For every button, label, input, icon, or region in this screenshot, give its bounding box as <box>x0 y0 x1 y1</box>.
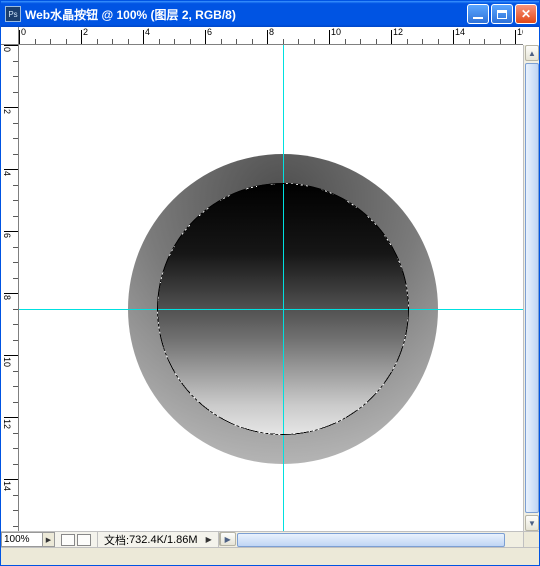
status-icon-1[interactable] <box>61 534 75 546</box>
ruler-tick-label: 0 <box>2 47 12 52</box>
bottom-bar: 100% ▶ 文档: 732.4K/1.86M ▶ ◀ ▶ <box>1 531 539 547</box>
close-icon: ✕ <box>521 7 531 21</box>
scrollbar-horizontal[interactable]: ◀ ▶ <box>219 532 539 547</box>
doc-info-label: 文档: <box>104 532 129 548</box>
ruler-tick-label: 16 <box>517 27 523 37</box>
minimize-button[interactable] <box>467 4 489 24</box>
scrollbar-vertical[interactable]: ▲ ▼ <box>523 45 539 531</box>
scroll-up-button[interactable]: ▲ <box>525 45 539 61</box>
document-info[interactable]: 文档: 732.4K/1.86M ▶ <box>98 532 219 547</box>
ruler-tick-label: 6 <box>207 27 212 37</box>
chevron-up-icon: ▲ <box>528 49 536 58</box>
window-title: Web水晶按钮 @ 100% (图层 2, RGB/8) <box>25 6 467 23</box>
scroll-down-button[interactable]: ▼ <box>525 515 539 531</box>
canvas-area[interactable] <box>19 45 523 531</box>
maximize-icon <box>497 10 507 19</box>
ruler-tick-label: 14 <box>455 27 465 37</box>
zoom-input[interactable]: 100% <box>1 532 43 547</box>
document-client: 0 2 4 6 8 10 12 14 16 0 2 4 6 8 10 12 14 16 ▲ ▼ 100% ▶ 文… <box>1 27 539 565</box>
status-icon-2[interactable] <box>77 534 91 546</box>
close-button[interactable]: ✕ <box>515 4 537 24</box>
app-window: Ps Web水晶按钮 @ 100% (图层 2, RGB/8) ✕ 0 2 4 6 8 1… <box>0 0 540 566</box>
status-icons <box>55 532 98 547</box>
ruler-tick-label: 2 <box>2 109 12 114</box>
ruler-tick-label: 4 <box>2 171 12 176</box>
zoom-dropdown[interactable]: ▶ <box>43 532 55 547</box>
ruler-tick-label: 0 <box>21 27 26 37</box>
ruler-tick-label: 2 <box>83 27 88 37</box>
chevron-right-icon: ▶ <box>46 536 51 544</box>
selection-marquee <box>157 183 409 435</box>
ruler-origin[interactable] <box>1 27 19 45</box>
status-bar <box>1 547 539 565</box>
window-buttons: ✕ <box>467 4 537 24</box>
chevron-down-icon: ▼ <box>528 519 536 528</box>
ruler-tick-label: 8 <box>2 295 12 300</box>
ruler-tick-label: 8 <box>269 27 274 37</box>
chevron-right-icon: ▶ <box>225 535 231 544</box>
titlebar[interactable]: Ps Web水晶按钮 @ 100% (图层 2, RGB/8) ✕ <box>1 1 539 27</box>
doc-info-size: 732.4K/1.86M <box>129 534 198 546</box>
scroll-thumb-vertical[interactable] <box>525 63 539 513</box>
chevron-right-icon: ▶ <box>206 535 212 544</box>
ruler-tick-label: 10 <box>2 357 12 367</box>
ruler-tick-label: 6 <box>2 233 12 238</box>
scroll-thumb-horizontal[interactable] <box>237 533 505 547</box>
ruler-horizontal[interactable]: 0 2 4 6 8 10 12 14 16 <box>19 27 523 45</box>
ruler-tick-label: 14 <box>2 481 12 491</box>
app-icon: Ps <box>5 6 21 22</box>
ruler-tick-label: 4 <box>145 27 150 37</box>
ruler-tick-label: 12 <box>2 419 12 429</box>
ruler-tick-label: 12 <box>393 27 403 37</box>
maximize-button[interactable] <box>491 4 513 24</box>
minimize-icon <box>473 17 483 19</box>
resize-grip[interactable] <box>523 532 539 548</box>
scroll-right-button[interactable]: ▶ <box>220 532 236 546</box>
ruler-vertical[interactable]: 0246810121416 <box>1 45 19 531</box>
ruler-tick-label: 10 <box>331 27 341 37</box>
